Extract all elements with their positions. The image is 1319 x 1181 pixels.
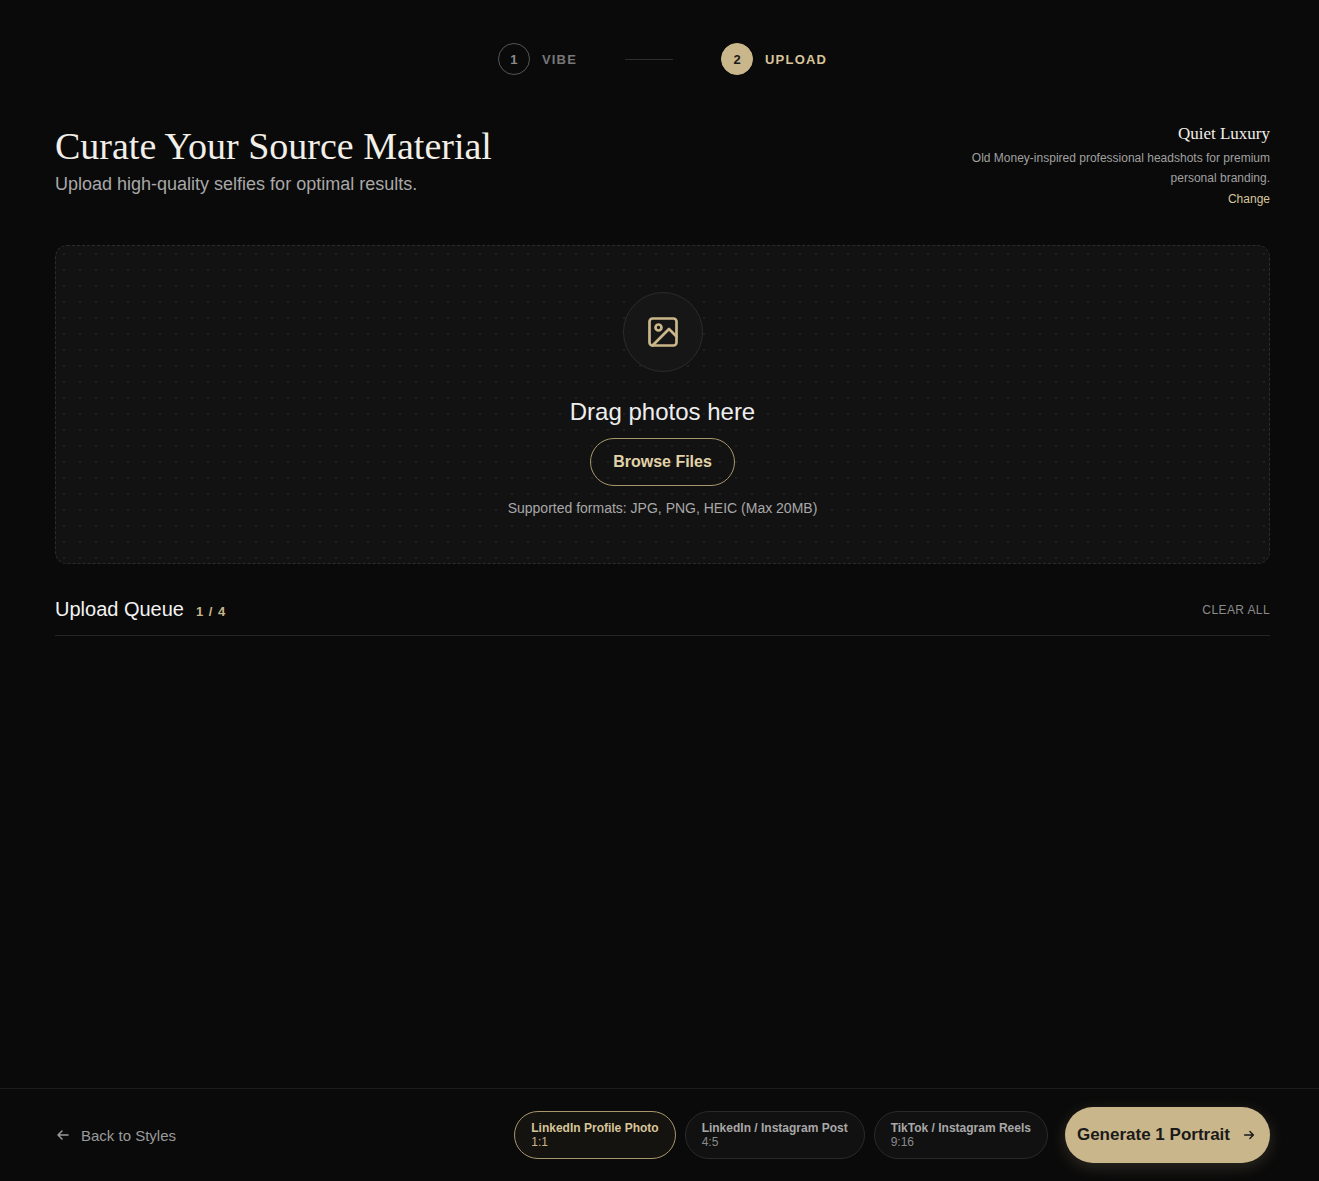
chip-ratio: 9:16 [891,1135,914,1149]
header: Curate Your Source Material Upload high-q… [55,122,1270,207]
step-connector [625,59,673,60]
chip-ratio: 1:1 [531,1135,548,1149]
page-subtitle: Upload high-quality selfies for optimal … [55,174,492,195]
step[interactable]: 2 UPLOAD [721,43,827,75]
supported-formats: Supported formats: JPG, PNG, HEIC (Max 2… [508,500,818,516]
back-to-styles-link[interactable]: Back to Styles [55,1127,176,1144]
generate-label: Generate 1 Portrait [1077,1125,1230,1145]
stepper: 1 VIBE 2 UPLOAD [55,43,1270,75]
step-label: UPLOAD [765,52,827,67]
chip-label: LinkedIn / Instagram Post [702,1121,848,1135]
format-chip[interactable]: LinkedIn Profile Photo1:1 [514,1111,675,1159]
step-number: 2 [721,43,753,75]
footer-bar: Back to StylesLinkedIn Profile Photo1:1L… [0,1088,1319,1181]
page-title: Curate Your Source Material [55,122,492,170]
clear-all-button[interactable]: CLEAR ALL [1202,603,1270,617]
queue-header: Upload Queue 1 / 4 CLEAR ALL [55,598,1270,636]
generate-button[interactable]: Generate 1 Portrait [1065,1107,1270,1163]
header-text: Curate Your Source Material Upload high-q… [55,122,492,195]
upload-queue: Upload Queue 1 / 4 CLEAR ALL [55,598,1270,660]
queue-count: 1 / 4 [196,604,226,619]
image-icon-wrap [623,292,703,372]
browse-files-button[interactable]: Browse Files [590,438,735,486]
main-content: 1 VIBE 2 UPLOAD Curate Your Source Material U… [0,0,1319,1052]
dropzone-title: Drag photos here [570,398,755,426]
back-label: Back to Styles [81,1127,176,1144]
footer-actions: LinkedIn Profile Photo1:1LinkedIn / Inst… [514,1107,1270,1163]
step[interactable]: 1 VIBE [498,43,577,75]
chip-label: TikTok / Instagram Reels [891,1121,1031,1135]
change-style-link[interactable]: Change [1228,192,1270,206]
chip-ratio: 4:5 [702,1135,719,1149]
upload-page: 1 VIBE 2 UPLOAD Curate Your Source Material U… [0,0,1319,1181]
step-label: VIBE [542,52,577,67]
arrow-right-icon [1242,1128,1256,1142]
selected-style: Quiet Luxury Old Money-inspired professio… [940,122,1270,207]
chip-label: LinkedIn Profile Photo [531,1121,658,1135]
format-chip[interactable]: TikTok / Instagram Reels9:16 [874,1111,1048,1159]
image-icon [645,314,681,350]
queue-title: Upload Queue [55,598,184,621]
style-name: Quiet Luxury [940,124,1270,144]
dropzone[interactable]: Drag photos here Browse Files Supported fo… [55,245,1270,564]
step-number: 1 [498,43,530,75]
queue-title-group: Upload Queue 1 / 4 [55,598,226,621]
style-description: Old Money-inspired professional headshot… [940,148,1270,188]
arrow-left-icon [55,1127,71,1143]
format-chip[interactable]: LinkedIn / Instagram Post4:5 [685,1111,865,1159]
